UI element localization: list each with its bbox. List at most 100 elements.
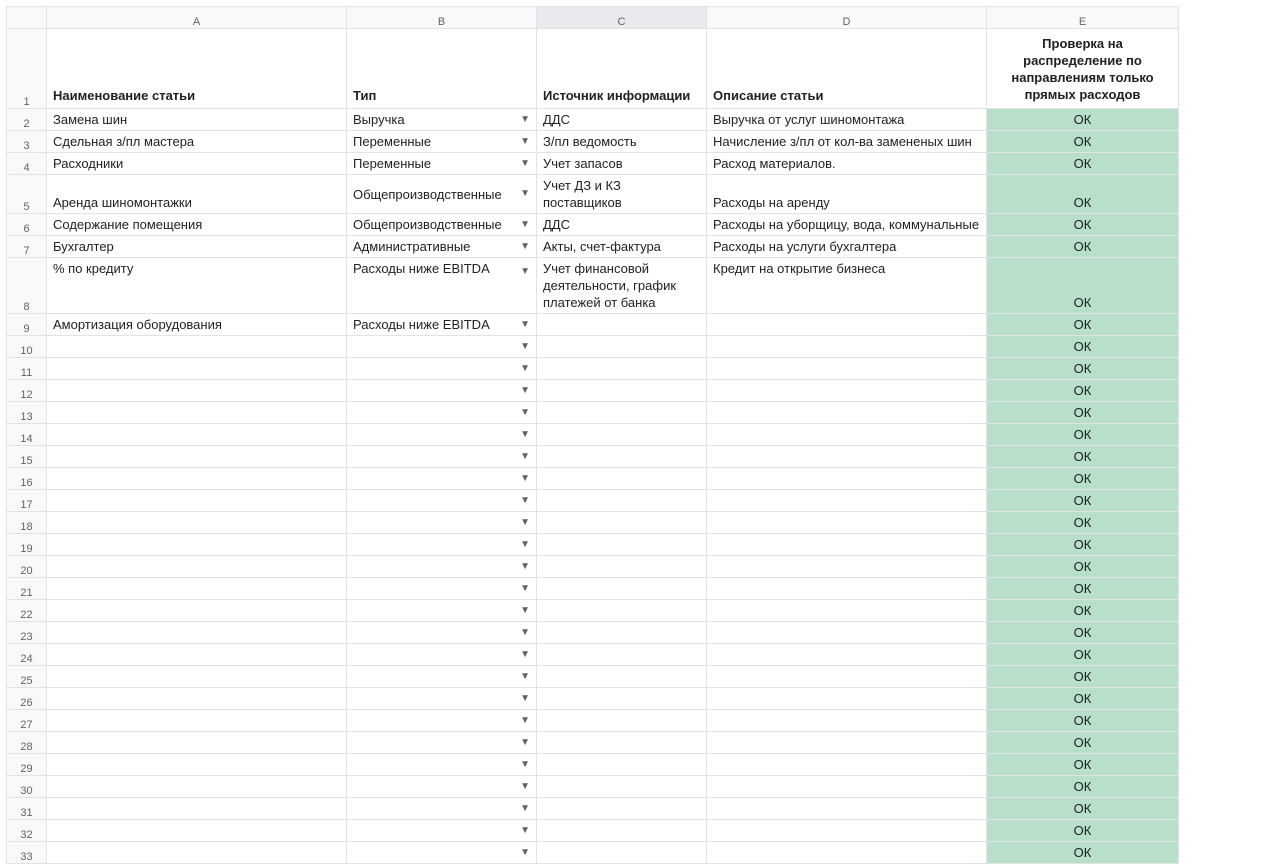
cell-e-24[interactable]: ОК xyxy=(987,644,1179,666)
cell-e-25[interactable]: ОК xyxy=(987,666,1179,688)
chevron-down-icon[interactable]: ▼ xyxy=(516,408,530,418)
cell-e-13[interactable]: ОК xyxy=(987,402,1179,424)
chevron-down-icon[interactable]: ▼ xyxy=(516,115,530,125)
cell-c-25[interactable] xyxy=(537,666,707,688)
chevron-down-icon[interactable]: ▼ xyxy=(516,364,530,374)
row-header-6[interactable]: 6 xyxy=(7,214,47,236)
cell-b-10[interactable]: ▼ xyxy=(347,336,537,358)
cell-e-27[interactable]: ОК xyxy=(987,710,1179,732)
row-header-18[interactable]: 18 xyxy=(7,512,47,534)
cell-d-17[interactable] xyxy=(707,490,987,512)
row-header-17[interactable]: 17 xyxy=(7,490,47,512)
cell-c-4[interactable]: Учет запасов xyxy=(537,153,707,175)
cell-d-7[interactable]: Расходы на услуги бухгалтера xyxy=(707,236,987,258)
row-header-3[interactable]: 3 xyxy=(7,131,47,153)
column-header-d[interactable]: D xyxy=(707,7,987,29)
chevron-down-icon[interactable]: ▼ xyxy=(516,584,530,594)
cell-a-13[interactable] xyxy=(47,402,347,424)
column-header-e[interactable]: E xyxy=(987,7,1179,29)
cell-d-28[interactable] xyxy=(707,732,987,754)
cell-c-22[interactable] xyxy=(537,600,707,622)
cell-b-4[interactable]: Переменные▼ xyxy=(347,153,537,175)
cell-b-29[interactable]: ▼ xyxy=(347,754,537,776)
cell-c-15[interactable] xyxy=(537,446,707,468)
cell-d-15[interactable] xyxy=(707,446,987,468)
cell-a-4[interactable]: Расходники xyxy=(47,153,347,175)
cell-b-2[interactable]: Выручка▼ xyxy=(347,109,537,131)
row-header-23[interactable]: 23 xyxy=(7,622,47,644)
cell-a-26[interactable] xyxy=(47,688,347,710)
cell-b-27[interactable]: ▼ xyxy=(347,710,537,732)
row-header-11[interactable]: 11 xyxy=(7,358,47,380)
cell-d-23[interactable] xyxy=(707,622,987,644)
cell-b-22[interactable]: ▼ xyxy=(347,600,537,622)
cell-c-30[interactable] xyxy=(537,776,707,798)
cell-c-5[interactable]: Учет ДЗ и КЗ поставщиков xyxy=(537,175,707,214)
cell-e-28[interactable]: ОК xyxy=(987,732,1179,754)
chevron-down-icon[interactable]: ▼ xyxy=(516,650,530,660)
cell-d-9[interactable] xyxy=(707,314,987,336)
cell-d-5[interactable]: Расходы на аренду xyxy=(707,175,987,214)
cell-e-32[interactable]: ОК xyxy=(987,820,1179,842)
cell-d-24[interactable] xyxy=(707,644,987,666)
cell-e-6[interactable]: ОК xyxy=(987,214,1179,236)
cell-d-18[interactable] xyxy=(707,512,987,534)
row-header-9[interactable]: 9 xyxy=(7,314,47,336)
cell-b-25[interactable]: ▼ xyxy=(347,666,537,688)
row-header-25[interactable]: 25 xyxy=(7,666,47,688)
cell-d-31[interactable] xyxy=(707,798,987,820)
row-header-1[interactable]: 1 xyxy=(7,29,47,109)
cell-c-2[interactable]: ДДС xyxy=(537,109,707,131)
row-header-28[interactable]: 28 xyxy=(7,732,47,754)
cell-a-19[interactable] xyxy=(47,534,347,556)
chevron-down-icon[interactable]: ▼ xyxy=(516,672,530,682)
cell-d-8[interactable]: Кредит на открытие бизнеса xyxy=(707,258,987,314)
cell-c-24[interactable] xyxy=(537,644,707,666)
cell-c-8[interactable]: Учет финансовой деятельности, график пла… xyxy=(537,258,707,314)
cell-b-23[interactable]: ▼ xyxy=(347,622,537,644)
cell-c-3[interactable]: З/пл ведомость xyxy=(537,131,707,153)
cell-d-14[interactable] xyxy=(707,424,987,446)
cell-b-8[interactable]: Расходы ниже EBITDA▼ xyxy=(347,258,537,314)
cell-c-7[interactable]: Акты, счет-фактура xyxy=(537,236,707,258)
cell-a-29[interactable] xyxy=(47,754,347,776)
cell-c-10[interactable] xyxy=(537,336,707,358)
cell-a-15[interactable] xyxy=(47,446,347,468)
row-header-21[interactable]: 21 xyxy=(7,578,47,600)
cell-e-21[interactable]: ОК xyxy=(987,578,1179,600)
cell-b-20[interactable]: ▼ xyxy=(347,556,537,578)
row-header-31[interactable]: 31 xyxy=(7,798,47,820)
cell-e-26[interactable]: ОК xyxy=(987,688,1179,710)
row-header-8[interactable]: 8 xyxy=(7,258,47,314)
cell-d-6[interactable]: Расходы на уборщицу, вода, коммунальные xyxy=(707,214,987,236)
chevron-down-icon[interactable]: ▼ xyxy=(516,474,530,484)
cell-a-32[interactable] xyxy=(47,820,347,842)
cell-b-17[interactable]: ▼ xyxy=(347,490,537,512)
cell-e-22[interactable]: ОК xyxy=(987,600,1179,622)
header-cell-e[interactable]: Проверка на распределение по направления… xyxy=(987,29,1179,109)
cell-d-29[interactable] xyxy=(707,754,987,776)
cell-d-11[interactable] xyxy=(707,358,987,380)
cell-b-6[interactable]: Общепроизводственные▼ xyxy=(347,214,537,236)
row-header-14[interactable]: 14 xyxy=(7,424,47,446)
header-cell-c[interactable]: Источник информации xyxy=(537,29,707,109)
cell-e-12[interactable]: ОК xyxy=(987,380,1179,402)
cell-a-9[interactable]: Амортизация оборудования xyxy=(47,314,347,336)
row-header-20[interactable]: 20 xyxy=(7,556,47,578)
cell-b-28[interactable]: ▼ xyxy=(347,732,537,754)
row-header-27[interactable]: 27 xyxy=(7,710,47,732)
cell-d-27[interactable] xyxy=(707,710,987,732)
chevron-down-icon[interactable]: ▼ xyxy=(516,220,530,230)
cell-b-9[interactable]: Расходы ниже EBITDA▼ xyxy=(347,314,537,336)
cell-b-26[interactable]: ▼ xyxy=(347,688,537,710)
cell-d-16[interactable] xyxy=(707,468,987,490)
cell-e-7[interactable]: ОК xyxy=(987,236,1179,258)
cell-e-18[interactable]: ОК xyxy=(987,512,1179,534)
row-header-2[interactable]: 2 xyxy=(7,109,47,131)
cell-e-2[interactable]: ОК xyxy=(987,109,1179,131)
cell-e-4[interactable]: ОК xyxy=(987,153,1179,175)
cell-d-25[interactable] xyxy=(707,666,987,688)
chevron-down-icon[interactable]: ▼ xyxy=(516,267,530,277)
cell-b-32[interactable]: ▼ xyxy=(347,820,537,842)
column-header-a[interactable]: A xyxy=(47,7,347,29)
